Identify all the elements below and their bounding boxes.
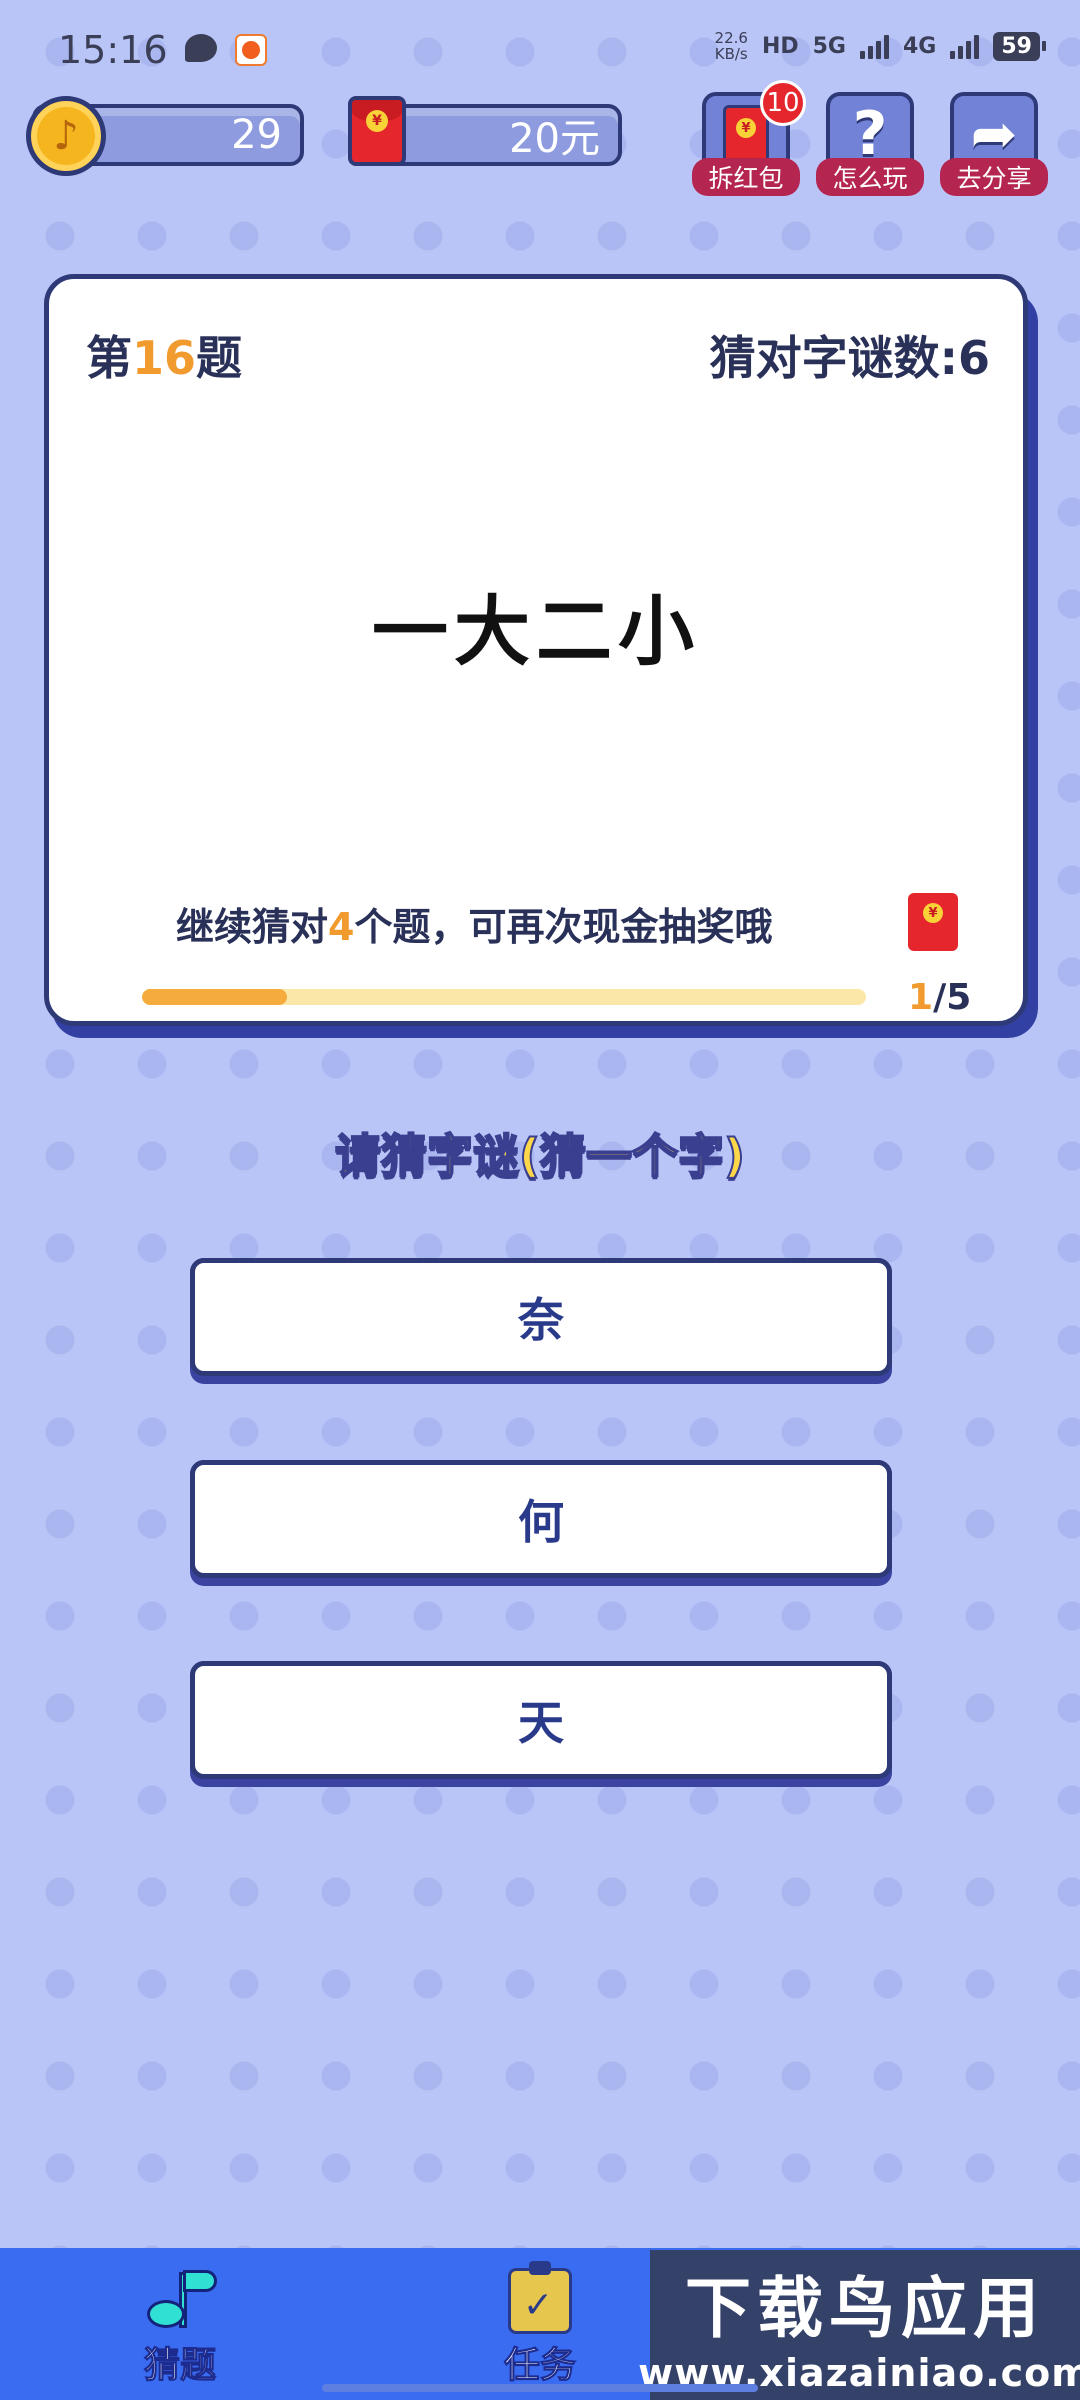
reward-hint: 继续猜对4个题，可再次现金抽奖哦 — [176, 905, 773, 949]
question-number: 第16题 — [86, 331, 243, 385]
clipboard-check-icon: ✓ — [508, 2261, 572, 2334]
home-indicator[interactable] — [322, 2384, 758, 2392]
share-button[interactable]: ➦ 去分享 — [940, 92, 1048, 196]
how-to-play-label: 怎么玩 — [816, 158, 924, 196]
signal-icon — [950, 33, 980, 59]
riddle-text: 一大二小 — [372, 587, 700, 676]
status-indicators: 22.6 KB/s HD 5G 4G 59 — [714, 29, 1046, 63]
progress-fill — [142, 989, 287, 1005]
network-speed: 22.6 KB/s — [714, 29, 748, 63]
hd-icon: HD — [761, 33, 799, 59]
signal-icon — [860, 33, 889, 59]
red-packet-icon[interactable]: ¥ — [908, 893, 958, 951]
chat-icon — [185, 34, 217, 62]
solved-count: 猜对字谜数:6 — [709, 331, 990, 385]
watermark: 下载鸟应用 www.xiazainiao.com — [638, 2250, 1080, 2400]
notification-icons — [185, 34, 267, 66]
battery-icon: 59 — [993, 31, 1046, 61]
answer-option-1[interactable]: 奈 — [190, 1258, 892, 1376]
5g-label: 5G — [812, 33, 846, 59]
nav-guess-label: 猜题 — [143, 2345, 216, 2387]
status-time: 15:16 — [58, 28, 168, 72]
nav-tab-task[interactable]: ✓ 任务 — [460, 2261, 620, 2388]
answer-option-3[interactable]: 天 — [190, 1661, 892, 1779]
riddle-prompt: 请猜字谜(猜一个字) — [334, 1128, 746, 1184]
coin-icon: ♪ — [26, 96, 106, 176]
progress-count: 1/5 — [908, 977, 972, 1018]
open-red-packet-label: 拆红包 — [692, 158, 800, 196]
cash-amount: 20元 — [509, 116, 600, 162]
red-packet-icon: ¥ — [348, 96, 406, 166]
red-packet-badge: 10 — [760, 80, 806, 126]
coin-count: 29 — [231, 112, 282, 158]
4g-label: 4G — [903, 33, 937, 59]
share-label: 去分享 — [940, 158, 1048, 196]
progress-bar — [142, 989, 866, 1005]
watermark-title: 下载鸟应用 — [685, 2270, 1045, 2347]
answer-option-2[interactable]: 何 — [190, 1460, 892, 1578]
share-arrow-icon: ➦ — [970, 101, 1018, 167]
how-to-play-button[interactable]: ? 怎么玩 — [816, 92, 924, 196]
nav-tab-guess[interactable]: 猜题 — [100, 2268, 260, 2388]
music-note-icon — [135, 2268, 225, 2334]
nav-task-label: 任务 — [503, 2345, 576, 2387]
app-icon — [235, 34, 267, 66]
